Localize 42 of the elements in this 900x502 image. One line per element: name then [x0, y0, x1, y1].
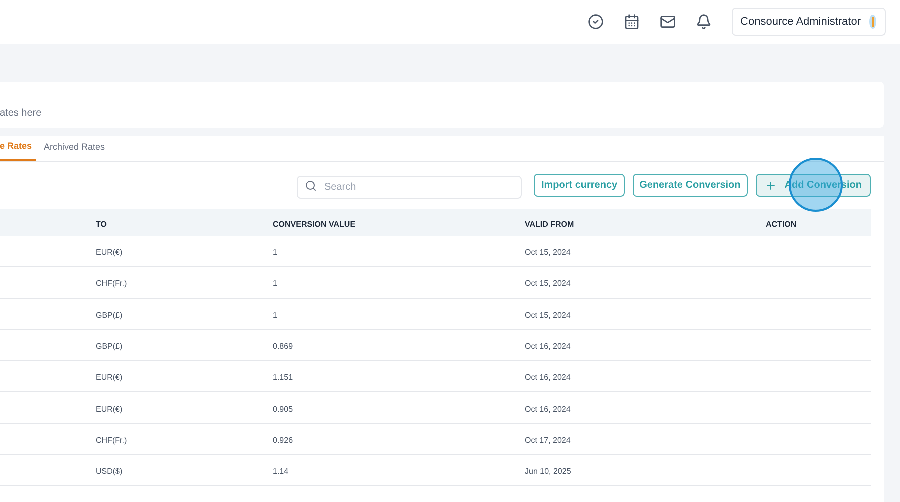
table-cell: GBP(£) [96, 310, 123, 320]
search-icon [305, 180, 318, 192]
tab[interactable]: Archived Rates [40, 135, 110, 161]
calendar-icon[interactable] [624, 14, 640, 30]
table-cell: Oct 16, 2024 [525, 373, 571, 382]
intro-text: ates here [0, 106, 42, 120]
column-header: TO [96, 220, 107, 228]
action-button[interactable]: Import currency [534, 174, 625, 197]
check-circle-icon[interactable] [588, 14, 604, 30]
plus-icon [764, 180, 777, 192]
table-cell: USD($) [96, 467, 123, 476]
column-header: CONVERSION VALUE [273, 220, 356, 228]
table-cell: Oct 15, 2024 [525, 248, 571, 258]
table-cell: 0.926 [273, 436, 294, 445]
table-cell: Oct 16, 2024 [525, 342, 571, 352]
table-cell: Oct 17, 2024 [525, 436, 571, 445]
table-cell: 0.869 [273, 342, 294, 352]
table-cell: EUR(€) [96, 373, 123, 382]
table-cell: EUR(€) [96, 248, 123, 258]
table-cell: GBP(£) [96, 342, 123, 352]
tab[interactable]: e Rates [0, 135, 36, 161]
column-header: ACTION [766, 220, 797, 228]
table-cell: CHF(Fr.) [96, 436, 128, 445]
column-header: VALID FROM [525, 220, 574, 228]
action-button[interactable]: Generate Conversion [632, 174, 748, 197]
bell-icon[interactable] [696, 14, 712, 30]
mail-icon[interactable] [660, 14, 676, 30]
table-cell: 1 [273, 248, 278, 258]
table-cell: Oct 16, 2024 [525, 404, 571, 414]
table-cell: 0.905 [273, 404, 294, 414]
table-cell: Oct 15, 2024 [525, 310, 571, 320]
table-cell: 1 [273, 310, 278, 320]
user-menu[interactable]: Consource Administrator [732, 8, 886, 36]
table-cell: 1.14 [273, 467, 289, 476]
table-cell: 1 [273, 279, 278, 288]
table-cell: Oct 15, 2024 [525, 279, 571, 288]
table-cell: EUR(€) [96, 404, 123, 414]
table-cell: CHF(Fr.) [96, 279, 128, 288]
table-cell: 1.151 [273, 373, 294, 382]
table-cell: Jun 10, 2025 [525, 467, 572, 476]
logo-icon [869, 14, 877, 30]
search-field[interactable]: Search [297, 176, 522, 199]
